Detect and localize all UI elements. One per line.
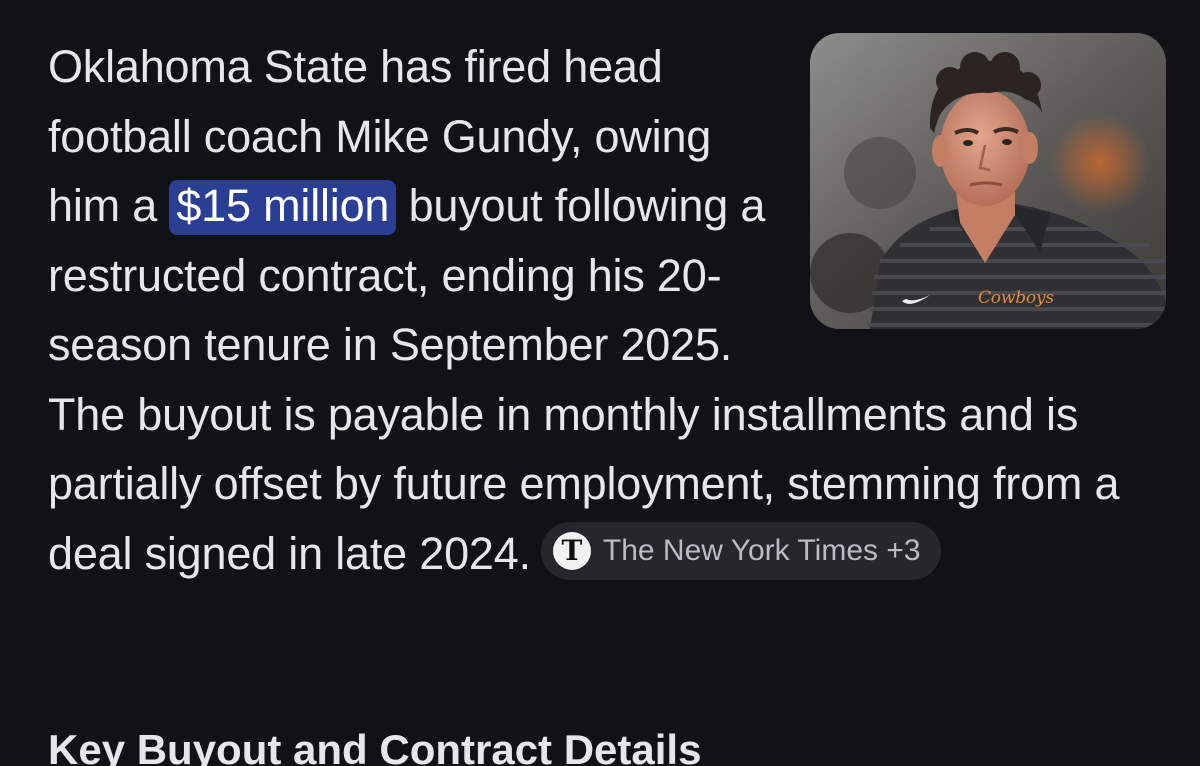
section-heading: Key Buyout and Contract Details bbox=[48, 726, 702, 766]
coach-photo[interactable]: Cowboys bbox=[810, 33, 1166, 329]
source-chip[interactable]: T The New York Times +3 bbox=[540, 521, 941, 580]
ai-overview-summary: Cowboys Oklahoma State has fired head fo… bbox=[48, 32, 1168, 588]
highlighted-amount: $15 million bbox=[169, 180, 397, 235]
coach-photo-illustration: Cowboys bbox=[810, 33, 1166, 329]
nyt-logo-icon: T bbox=[552, 531, 591, 570]
shirt-logo-text: Cowboys bbox=[978, 288, 1054, 308]
source-label: The New York Times +3 bbox=[602, 533, 921, 567]
